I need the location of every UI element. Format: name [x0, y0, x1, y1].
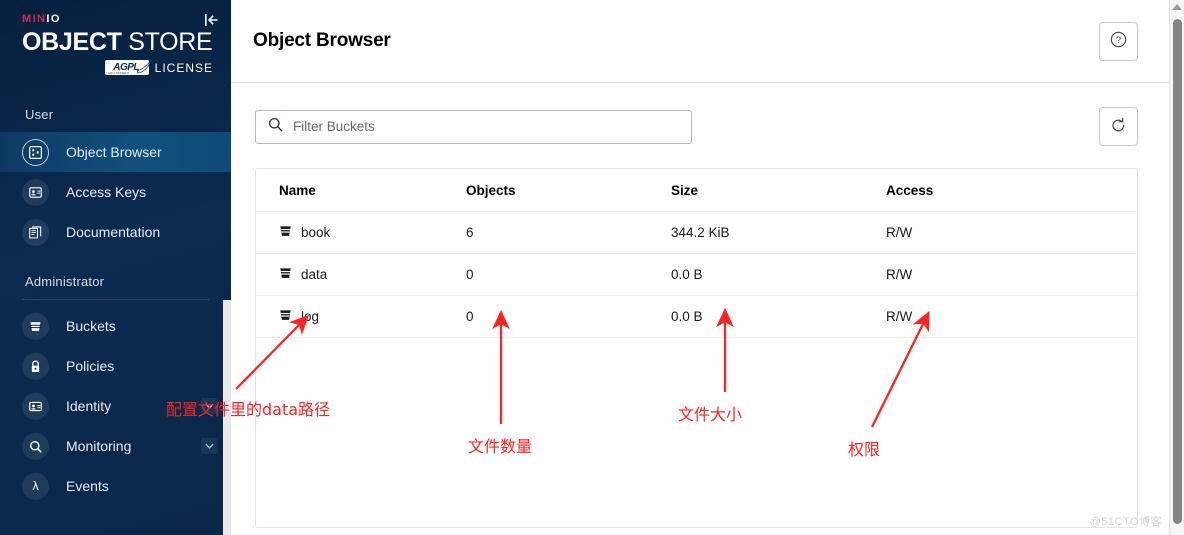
- bucket-name-label: data: [301, 267, 328, 282]
- buckets-table: Name Objects Size Access book 6 344.2 Ki…: [256, 169, 1137, 338]
- sidebar-item-monitoring[interactable]: Monitoring: [0, 426, 231, 466]
- filter-row: [255, 107, 1138, 146]
- table-row[interactable]: book 6 344.2 KiB R/W: [256, 211, 1137, 254]
- collapse-sidebar-icon[interactable]: [201, 10, 221, 30]
- sidebar-section-divider: [22, 299, 209, 300]
- search-input[interactable]: [293, 119, 679, 134]
- brand-io: IO: [46, 13, 61, 25]
- sidebar-item-label: Access Keys: [66, 184, 147, 200]
- agpl-swoosh-icon: [136, 59, 151, 74]
- bucket-icon: [279, 308, 292, 325]
- sidebar: MINIO OBJECT STORE AGPL GNU AFFERO LICEN…: [0, 0, 231, 535]
- license-label: LICENSE: [154, 60, 213, 75]
- brand-min: MIN: [22, 13, 47, 25]
- search-icon: [268, 117, 283, 137]
- sidebar-logo: MINIO OBJECT STORE AGPL GNU AFFERO LICEN…: [0, 0, 231, 89]
- watermark: @51CTO博客: [1089, 516, 1162, 528]
- license-row: AGPL GNU AFFERO LICENSE: [22, 59, 215, 75]
- access-keys-icon: [22, 178, 49, 206]
- filter-buckets-field[interactable]: [255, 109, 692, 144]
- help-circle-icon: ?: [1110, 31, 1127, 51]
- cell-bucket-name: log: [256, 295, 466, 338]
- column-header-size[interactable]: Size: [671, 169, 886, 212]
- refresh-wrap: [1099, 107, 1138, 146]
- column-header-access[interactable]: Access: [886, 169, 1137, 212]
- cell-bucket-name: book: [256, 211, 466, 254]
- sidebar-item-documentation[interactable]: Documentation: [0, 212, 231, 252]
- table-header-row: Name Objects Size Access: [256, 169, 1137, 212]
- sidebar-section-administrator: Administrator: [25, 274, 105, 289]
- bucket-name-label: book: [301, 225, 331, 240]
- cell-objects: 6: [466, 211, 671, 254]
- header-actions: ?: [1099, 21, 1138, 61]
- page-title: Object Browser: [253, 30, 391, 51]
- bucket-name-label: log: [301, 309, 320, 324]
- magnifier-icon: [22, 432, 49, 460]
- documentation-icon: [22, 218, 49, 246]
- sidebar-item-label: Object Browser: [66, 144, 162, 160]
- brand-minio: MINIO: [22, 12, 215, 26]
- sidebar-item-label: Identity: [66, 398, 112, 414]
- sidebar-item-label: Policies: [66, 358, 115, 374]
- sidebar-scrollbar[interactable]: [223, 300, 231, 535]
- main-scrollbar[interactable]: [1169, 0, 1184, 535]
- sidebar-item-buckets[interactable]: Buckets: [0, 306, 231, 346]
- column-header-objects[interactable]: Objects: [466, 169, 671, 212]
- main-content: Object Browser ? Filter Buckets Name Obj…: [231, 0, 1184, 535]
- sidebar-item-label: Monitoring: [66, 438, 132, 454]
- chevron-down-icon[interactable]: [201, 438, 217, 454]
- cell-bucket-name: data: [256, 253, 466, 296]
- cell-size: 344.2 KiB: [671, 211, 886, 254]
- chevron-down-icon[interactable]: [201, 398, 217, 414]
- cell-size: 0.0 B: [671, 253, 886, 296]
- identity-card-icon: [22, 392, 49, 420]
- table-header: Name Objects Size Access: [256, 169, 1137, 212]
- agpl-badge-subtext: GNU AFFERO: [107, 71, 130, 75]
- sidebar-item-identity[interactable]: Identity: [0, 386, 231, 426]
- agpl-badge: AGPL GNU AFFERO: [104, 59, 151, 75]
- buckets-table-card: Name Objects Size Access book 6 344.2 Ki…: [255, 168, 1138, 528]
- cell-objects: 0: [466, 253, 671, 296]
- lock-icon: [22, 352, 49, 380]
- cell-access: R/W: [886, 295, 1137, 338]
- brand-store: STORE: [121, 28, 213, 56]
- object-browser-icon: [22, 138, 49, 166]
- sidebar-item-access-keys[interactable]: Access Keys: [0, 172, 231, 212]
- bucket-icon: [22, 312, 49, 340]
- sidebar-item-label: Events: [66, 478, 109, 494]
- lambda-icon: λ: [22, 472, 49, 500]
- svg-text:λ: λ: [32, 480, 39, 493]
- content-area: Name Objects Size Access: [231, 83, 1184, 528]
- cell-objects: 0: [466, 295, 671, 338]
- brand-object: OBJECT: [22, 28, 122, 56]
- help-button[interactable]: ?: [1099, 21, 1138, 61]
- sidebar-item-label: Buckets: [66, 318, 116, 334]
- svg-text:?: ?: [1116, 35, 1121, 46]
- table-body: book 6 344.2 KiB R/W data 0 0.0 B R/W lo…: [256, 211, 1137, 338]
- refresh-icon: [1110, 117, 1127, 137]
- sidebar-section-user: User: [25, 107, 54, 122]
- page-header: Object Browser ?: [231, 0, 1184, 83]
- table-row[interactable]: log 0 0.0 B R/W: [256, 295, 1137, 338]
- cell-size: 0.0 B: [671, 295, 886, 338]
- cell-access: R/W: [886, 253, 1137, 296]
- sidebar-item-events[interactable]: λ Events: [0, 466, 231, 506]
- sidebar-item-object-browser[interactable]: Object Browser: [0, 132, 231, 172]
- bucket-icon: [279, 224, 292, 241]
- bucket-icon: [279, 266, 292, 283]
- cell-access: R/W: [886, 211, 1137, 254]
- sidebar-item-policies[interactable]: Policies: [0, 346, 231, 386]
- column-header-name[interactable]: Name: [256, 169, 466, 212]
- brand-object-store: OBJECT STORE: [22, 27, 215, 57]
- scrollbar-thumb[interactable]: [1173, 19, 1182, 524]
- minio-console-window: MINIO OBJECT STORE AGPL GNU AFFERO LICEN…: [0, 0, 1184, 535]
- sidebar-item-label: Documentation: [66, 224, 161, 240]
- refresh-button[interactable]: [1099, 107, 1138, 146]
- table-row[interactable]: data 0 0.0 B R/W: [256, 253, 1137, 296]
- scroll-up-arrow-icon[interactable]: [1172, 4, 1182, 10]
